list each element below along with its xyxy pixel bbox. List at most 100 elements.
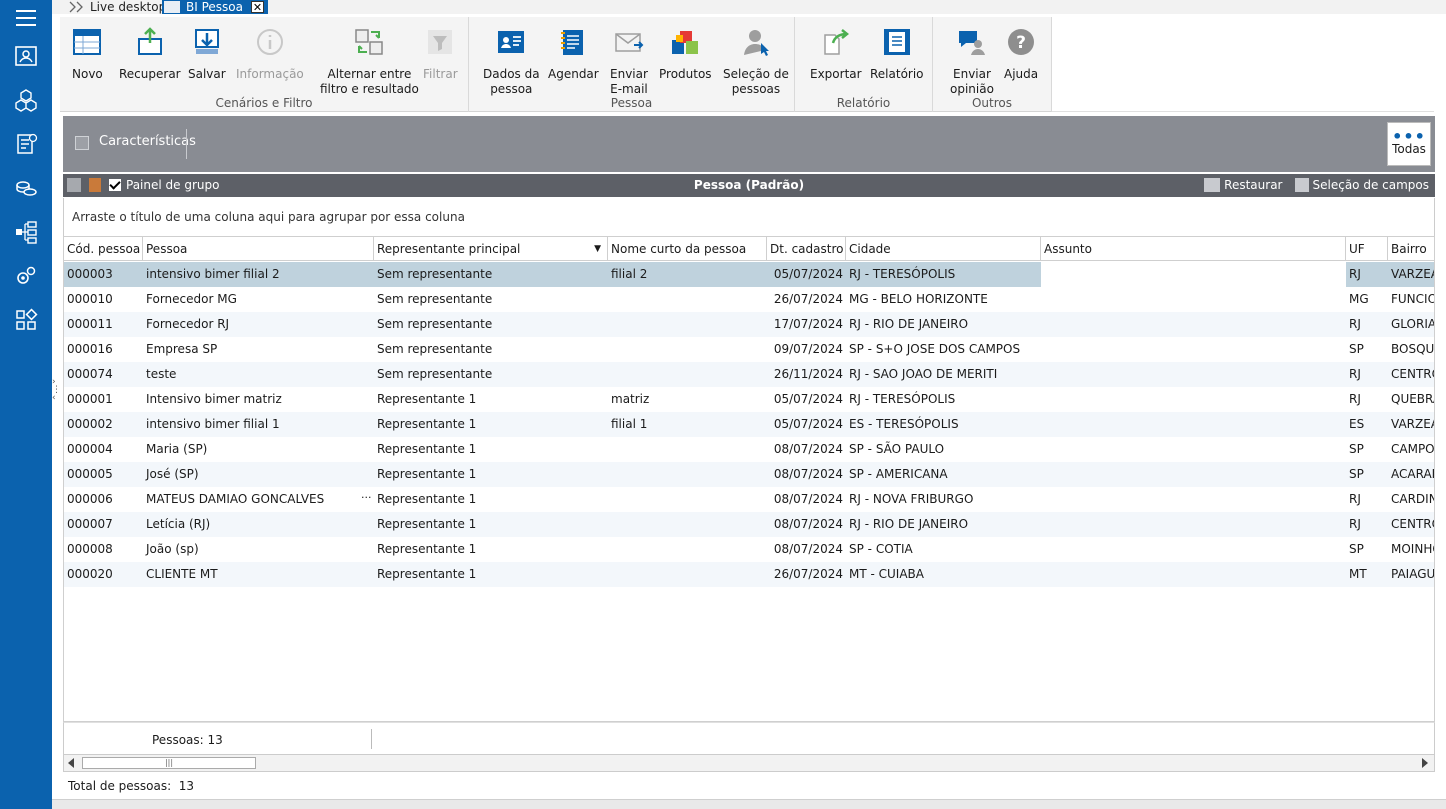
cell-dt[interactable]: 17/07/2024: [767, 312, 846, 337]
scroll-right-icon[interactable]: [1422, 758, 1428, 768]
cell-rep[interactable]: Representante 1: [374, 487, 608, 512]
cell-dt[interactable]: 08/07/2024: [767, 512, 846, 537]
workflow-icon[interactable]: [0, 214, 52, 250]
enviar-opiniao-button[interactable]: Enviar opinião: [950, 27, 994, 97]
cell-uf[interactable]: RJ: [1346, 312, 1388, 337]
cell-curto[interactable]: [608, 362, 767, 387]
cell-cidade[interactable]: RJ - SAO JOAO DE MERITI: [846, 362, 1041, 387]
cell-assunto[interactable]: [1041, 387, 1346, 412]
cell-assunto[interactable]: [1041, 537, 1346, 562]
settings-gears-icon[interactable]: [0, 258, 52, 294]
cell-cidade[interactable]: SP - COTIA: [846, 537, 1041, 562]
cell-rep[interactable]: Sem representante: [374, 337, 608, 362]
cell-rep[interactable]: Representante 1: [374, 412, 608, 437]
table-row[interactable]: 000016 Empresa SP Sem representante 09/07/2…: [64, 337, 1434, 362]
col-pessoa[interactable]: Pessoa: [143, 237, 374, 261]
cell-dt[interactable]: 08/07/2024: [767, 537, 846, 562]
cell-pessoa[interactable]: José (SP): [143, 462, 374, 487]
contacts-card-icon[interactable]: [0, 38, 52, 74]
cell-bairro[interactable]: GLORIA: [1388, 312, 1434, 337]
cell-cidade[interactable]: MG - BELO HORIZONTE: [846, 287, 1041, 312]
col-assunto[interactable]: Assunto: [1041, 237, 1346, 261]
scroll-thumb[interactable]: |||: [82, 757, 256, 769]
apps-grid-icon[interactable]: [0, 302, 52, 338]
cell-pessoa[interactable]: Maria (SP): [143, 437, 374, 462]
cell-uf[interactable]: RJ: [1346, 512, 1388, 537]
cell-bairro[interactable]: CAMPO: [1388, 437, 1434, 462]
cell-uf[interactable]: SP: [1346, 537, 1388, 562]
cell-rep[interactable]: Representante 1: [374, 562, 608, 587]
cell-curto[interactable]: [608, 462, 767, 487]
cell-bairro[interactable]: VARZEA: [1388, 262, 1434, 287]
col-uf[interactable]: UF: [1346, 237, 1388, 261]
selecao-pessoas-button[interactable]: Seleção de pessoas: [723, 27, 789, 97]
cell-cod[interactable]: 000003: [64, 262, 143, 287]
cell-bairro[interactable]: ACARAI: [1388, 462, 1434, 487]
dados-pessoa-button[interactable]: Dados da pessoa: [483, 27, 540, 97]
cell-assunto[interactable]: [1041, 487, 1346, 512]
col-cod-pessoa[interactable]: Cód. pessoa: [64, 237, 143, 261]
field-selection-icon[interactable]: [1294, 178, 1309, 192]
cell-assunto[interactable]: [1041, 462, 1346, 487]
cell-uf[interactable]: SP: [1346, 462, 1388, 487]
cell-cidade[interactable]: RJ - RIO DE JANEIRO: [846, 512, 1041, 537]
exportar-button[interactable]: Exportar: [810, 27, 862, 82]
cell-assunto[interactable]: [1041, 312, 1346, 337]
cell-assunto[interactable]: [1041, 412, 1346, 437]
cell-pessoa[interactable]: intensivo bimer filial 2: [143, 262, 374, 287]
novo-button[interactable]: Novo: [72, 27, 103, 82]
cell-rep[interactable]: Representante 1: [374, 437, 608, 462]
cell-cod[interactable]: 000004: [64, 437, 143, 462]
salvar-button[interactable]: Salvar: [188, 27, 226, 82]
col-bairro[interactable]: Bairro: [1388, 237, 1434, 261]
cell-curto[interactable]: [608, 437, 767, 462]
cell-uf[interactable]: SP: [1346, 437, 1388, 462]
cell-dt[interactable]: 26/11/2024: [767, 362, 846, 387]
cell-pessoa[interactable]: Intensivo bimer matriz: [143, 387, 374, 412]
col-dt-cadastro[interactable]: Dt. cadastro: [767, 237, 846, 261]
cell-pessoa[interactable]: CLIENTE MT: [143, 562, 374, 587]
cell-dt[interactable]: 05/07/2024: [767, 262, 846, 287]
cell-assunto[interactable]: [1041, 287, 1346, 312]
invoice-icon[interactable]: [0, 126, 52, 162]
cell-dt[interactable]: 08/07/2024: [767, 487, 846, 512]
cell-curto[interactable]: [608, 487, 767, 512]
table-row[interactable]: 000008 João (sp) Representante 1 08/07/2024…: [64, 537, 1434, 562]
cell-bairro[interactable]: MOINHO: [1388, 537, 1434, 562]
scroll-left-icon[interactable]: [68, 758, 74, 768]
cell-cod[interactable]: 000011: [64, 312, 143, 337]
table-row[interactable]: 000005 José (SP) Representante 1 08/07/2024…: [64, 462, 1434, 487]
cell-cidade[interactable]: SP - S+O JOSE DOS CAMPOS: [846, 337, 1041, 362]
table-row[interactable]: 000006 MATEUS DAMIAO GONCALVES Representan…: [64, 487, 1434, 512]
col-nome-curto[interactable]: Nome curto da pessoa: [608, 237, 767, 261]
alternar-button[interactable]: Alternar entre filtro e resultado: [320, 27, 419, 97]
cell-bairro[interactable]: CARDIN: [1388, 487, 1434, 512]
cell-assunto[interactable]: [1041, 262, 1346, 287]
cell-cod[interactable]: 000008: [64, 537, 143, 562]
cell-cidade[interactable]: RJ - TERESÓPOLIS: [846, 387, 1041, 412]
agendar-button[interactable]: Agendar: [548, 27, 599, 82]
col-representante[interactable]: Representante principal ▼: [374, 237, 608, 261]
cell-assunto[interactable]: [1041, 337, 1346, 362]
coins-icon[interactable]: [0, 170, 52, 206]
cell-bairro[interactable]: QUEBRA: [1388, 387, 1434, 412]
cell-pessoa[interactable]: Fornecedor RJ: [143, 312, 374, 337]
cell-pessoa[interactable]: Letícia (RJ): [143, 512, 374, 537]
table-row[interactable]: 000001 Intensivo bimer matriz Representant…: [64, 387, 1434, 412]
cell-pessoa[interactable]: teste: [143, 362, 374, 387]
cell-rep[interactable]: Sem representante: [374, 362, 608, 387]
cell-cidade[interactable]: RJ - TERESÓPOLIS: [846, 262, 1041, 287]
relatorio-button[interactable]: Relatório: [870, 27, 924, 82]
cell-pessoa[interactable]: Fornecedor MG: [143, 287, 374, 312]
recuperar-button[interactable]: Recuperar: [119, 27, 181, 82]
table-row[interactable]: 000007 Letícia (RJ) Representante 1 08/07/2…: [64, 512, 1434, 537]
cell-rep[interactable]: Representante 1: [374, 387, 608, 412]
table-row[interactable]: 000074 teste Sem representante 26/11/2024 RJ…: [64, 362, 1434, 387]
cell-rep[interactable]: Sem representante: [374, 262, 608, 287]
cell-pessoa[interactable]: Empresa SP: [143, 337, 374, 362]
cell-cidade[interactable]: SP - SÃO PAULO: [846, 437, 1041, 462]
cell-cidade[interactable]: RJ - NOVA FRIBURGO: [846, 487, 1041, 512]
cell-bairro[interactable]: PAIAGUA: [1388, 562, 1434, 587]
cell-rep[interactable]: Representante 1: [374, 537, 608, 562]
cell-curto[interactable]: matriz: [608, 387, 767, 412]
